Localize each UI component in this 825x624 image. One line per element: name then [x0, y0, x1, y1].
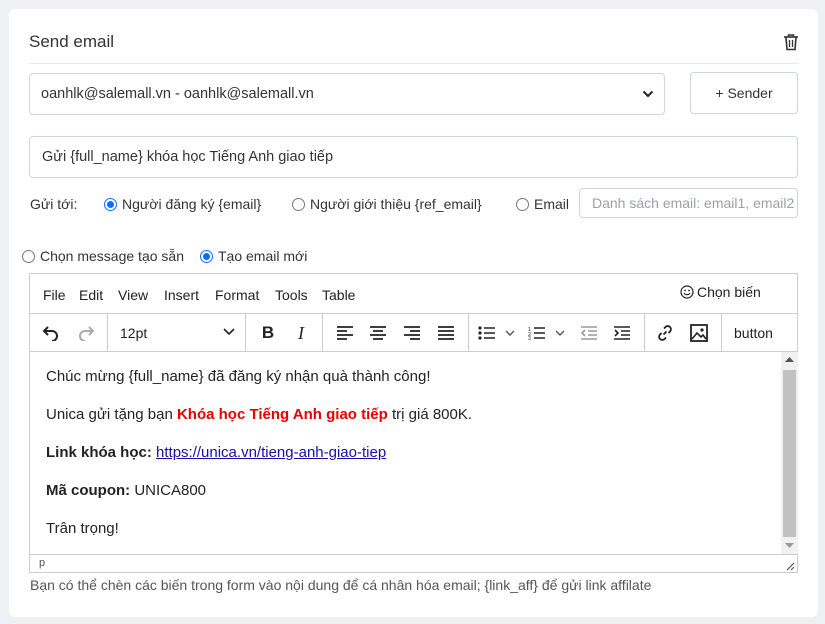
menu-file[interactable]: File: [43, 287, 66, 303]
editor-content[interactable]: Chúc mừng {full_name} đã đăng ký nhận qu…: [30, 352, 781, 554]
help-text: Bạn có thể chèn các biến trong form vào …: [30, 577, 652, 593]
card-title: Send email: [29, 32, 115, 51]
link-icon[interactable]: [652, 320, 678, 346]
menu-edit[interactable]: Edit: [79, 287, 103, 303]
title-divider: [29, 63, 799, 64]
menu-insert[interactable]: Insert: [164, 287, 199, 303]
radio-custom-email[interactable]: Email: [516, 196, 569, 212]
italic-icon[interactable]: I: [288, 320, 314, 346]
radio-new-email[interactable]: Tạo email mới: [200, 248, 307, 264]
content-line: Unica gửi tặng bạn Khóa học Tiếng Anh gi…: [46, 406, 472, 423]
toolbar-separator: [107, 314, 108, 352]
resize-handle-icon[interactable]: [786, 562, 795, 571]
course-link[interactable]: https://unica.vn/tieng-anh-giao-tiep: [156, 444, 386, 461]
coupon-value: UNICA800: [130, 482, 207, 499]
radio-label: Chọn message tạo sẵn: [40, 248, 184, 264]
radio-label: Người giới thiệu {ref_email}: [310, 196, 482, 212]
svg-text:3: 3: [528, 336, 531, 340]
scroll-up-icon[interactable]: [785, 356, 794, 362]
bullet-list-icon[interactable]: [476, 320, 520, 346]
toolbar-separator: [644, 314, 645, 352]
smiley-icon: [680, 285, 694, 299]
menu-view[interactable]: View: [118, 287, 148, 303]
toolbar-separator: [468, 314, 469, 352]
font-size-select[interactable]: 12pt: [120, 325, 147, 341]
content-line: Trân trọng!: [46, 520, 119, 537]
editor-toolbar: 12pt B I 123 button: [30, 314, 797, 352]
numbered-list-icon[interactable]: 123: [526, 320, 570, 346]
highlighted-course-name: Khóa học Tiếng Anh giao tiếp: [176, 406, 388, 423]
menu-format[interactable]: Format: [215, 287, 259, 303]
choose-variable-button[interactable]: Chọn biến: [680, 284, 761, 300]
scroll-thumb[interactable]: [783, 370, 796, 537]
choose-variable-label: Chọn biến: [697, 284, 761, 300]
send-to-label: Gửi tới:: [30, 196, 78, 212]
outdent-icon[interactable]: [576, 320, 602, 346]
send-email-card: Send email oanhlk@salemall.vn - oanhlk@s…: [9, 9, 818, 617]
trash-icon[interactable]: [783, 33, 799, 51]
rich-text-editor: File Edit View Insert Format Tools Table…: [29, 273, 798, 573]
chevron-down-icon: [223, 328, 235, 336]
bold-icon[interactable]: B: [255, 320, 281, 346]
scroll-down-icon[interactable]: [785, 543, 794, 549]
sender-select-value: oanhlk@salemall.vn - oanhlk@salemall.vn: [41, 86, 314, 102]
element-path: p: [39, 557, 46, 569]
content-line: Link khóa học: https://unica.vn/tieng-an…: [46, 444, 386, 461]
toolbar-separator: [322, 314, 323, 352]
align-center-icon[interactable]: [365, 320, 391, 346]
radio-label: Tạo email mới: [218, 248, 308, 264]
content-line: Mã coupon: UNICA800: [46, 482, 206, 499]
image-icon[interactable]: [686, 320, 712, 346]
editor-menubar: File Edit View Insert Format Tools Table…: [30, 274, 797, 314]
link-label: Link khóa học:: [46, 444, 152, 461]
align-justify-icon[interactable]: [433, 320, 459, 346]
custom-button[interactable]: button: [734, 325, 773, 341]
indent-icon[interactable]: [609, 320, 635, 346]
radio-label: Người đăng ký {email}: [122, 196, 262, 212]
coupon-label: Mã coupon:: [46, 482, 131, 499]
radio-referrer-email[interactable]: Người giới thiệu {ref_email}: [292, 196, 482, 212]
align-left-icon[interactable]: [332, 320, 358, 346]
content-text: trị giá 800K.: [387, 406, 473, 423]
radio-registrant-email[interactable]: Người đăng ký {email}: [104, 196, 261, 212]
editor-statusbar: p: [30, 554, 797, 573]
content-line: Chúc mừng {full_name} đã đăng ký nhận qu…: [46, 368, 431, 385]
radio-label: Email: [534, 196, 570, 212]
radio-button[interactable]: [22, 249, 35, 263]
radio-button[interactable]: [104, 197, 117, 211]
scrollbar[interactable]: [781, 352, 798, 554]
toolbar-separator: [721, 314, 722, 352]
chevron-down-icon: [642, 90, 654, 98]
add-sender-button[interactable]: + Sender: [690, 72, 798, 114]
radio-button[interactable]: [516, 197, 529, 211]
align-right-icon[interactable]: [399, 320, 425, 346]
radio-button[interactable]: [200, 249, 213, 263]
radio-preset-message[interactable]: Chọn message tạo sẵn: [22, 248, 184, 264]
sender-select[interactable]: oanhlk@salemall.vn - oanhlk@salemall.vn: [29, 73, 665, 115]
redo-icon[interactable]: [73, 320, 99, 346]
undo-icon[interactable]: [38, 320, 64, 346]
menu-tools[interactable]: Tools: [275, 287, 308, 303]
toolbar-separator: [245, 314, 246, 352]
email-list-input[interactable]: Danh sách email: email1, email2: [579, 188, 798, 218]
menu-table[interactable]: Table: [322, 287, 355, 303]
content-text: Unica gửi tặng bạn: [46, 406, 177, 423]
radio-button[interactable]: [292, 197, 305, 211]
subject-input[interactable]: Gửi {full_name} khóa học Tiếng Anh giao …: [29, 136, 798, 178]
